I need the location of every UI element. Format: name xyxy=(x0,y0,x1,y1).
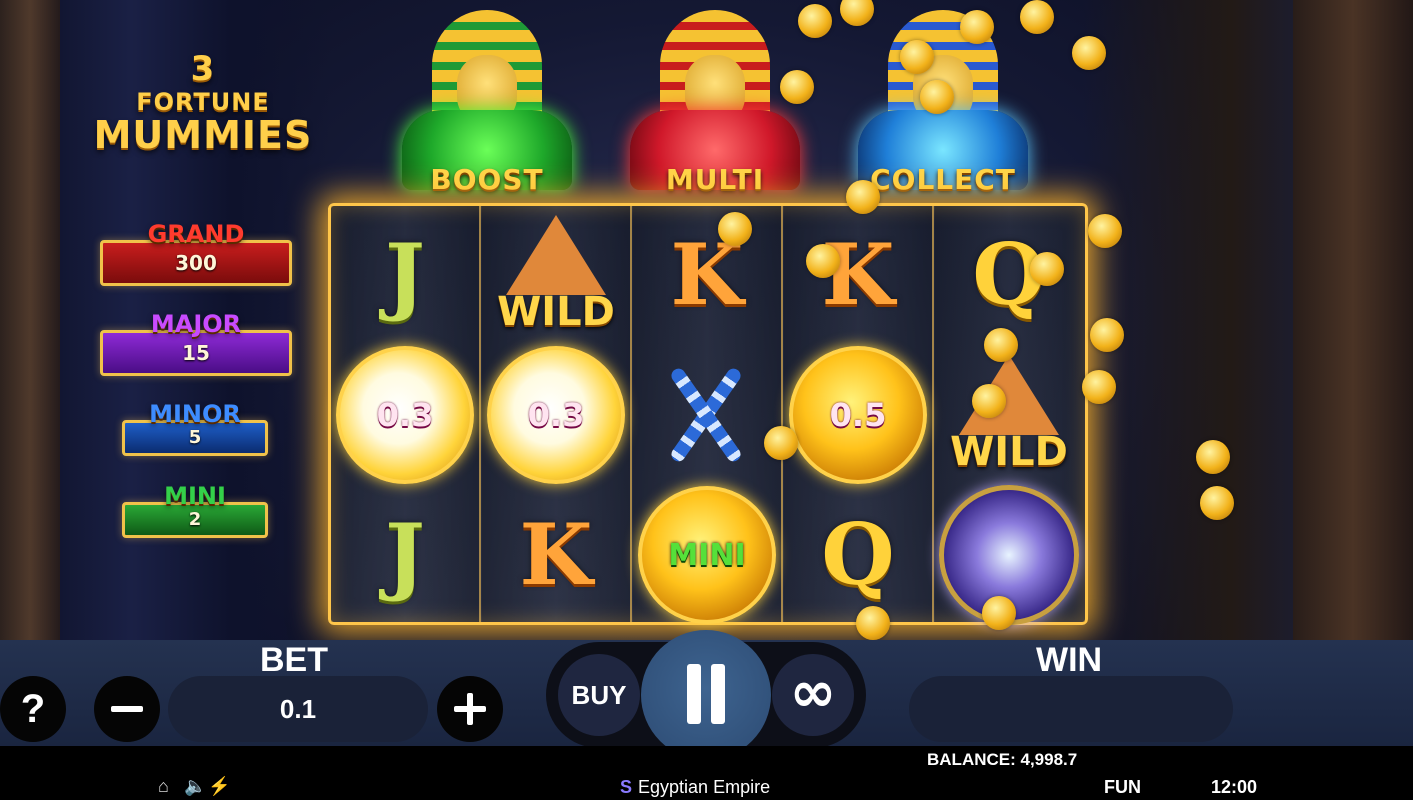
symbol-j-letter: J xyxy=(385,505,425,604)
game-name-label: Egyptian Empire xyxy=(638,777,771,797)
turbo-icon[interactable]: ⚡ xyxy=(208,776,230,797)
symbol-j: J xyxy=(331,486,479,624)
mummy-boost-label: BOOST xyxy=(430,163,544,196)
bet-value: 0.1 xyxy=(168,676,428,742)
logo-line-2: FORTUNE xyxy=(136,88,270,116)
symbol-coin: 0.3 xyxy=(331,346,479,484)
gold-coin-icon xyxy=(1082,370,1116,404)
coin-value: 0.3 xyxy=(487,346,625,484)
symbol-k: K xyxy=(482,486,630,624)
bet-decrease-button[interactable] xyxy=(94,676,160,742)
bet-increase-button[interactable] xyxy=(437,676,503,742)
reel-1: J 0.3 J xyxy=(331,206,481,622)
wild-label: WILD xyxy=(950,429,1068,475)
pillar-left xyxy=(0,0,60,640)
symbol-q-letter: Q xyxy=(821,505,895,604)
coin-value: 0.3 xyxy=(336,346,474,484)
win-value xyxy=(909,676,1233,742)
gold-coin-icon xyxy=(960,10,994,44)
jackpot-minor-label: MINOR xyxy=(149,400,241,428)
logo-line-3: MUMMIES xyxy=(93,113,313,157)
jackpot-mini: MINI 2 xyxy=(122,484,268,538)
jackpot-grand-label: GRAND xyxy=(147,220,245,248)
home-icon[interactable]: ⌂ xyxy=(158,776,169,797)
clock: 12:00 xyxy=(1211,777,1258,797)
gold-coin-icon xyxy=(900,40,934,74)
gold-coin-icon xyxy=(984,328,1018,362)
pause-icon xyxy=(711,664,725,724)
reel-3: K MINI xyxy=(633,206,783,624)
win-label: WIN xyxy=(1036,641,1103,679)
mummy-multi: MULTI xyxy=(620,0,810,200)
gold-coin-icon xyxy=(1090,318,1124,352)
gold-coin-icon xyxy=(1030,252,1064,286)
gold-coin-icon xyxy=(798,4,832,38)
crook-and-flail-icon xyxy=(647,360,767,470)
pyramid-shape xyxy=(506,215,606,295)
jackpot-mini-label: MINI xyxy=(164,482,226,510)
help-button[interactable]: ? xyxy=(0,676,66,742)
reel-grid: J 0.3 J WILD 0.3 K K MINI K 0.5 Q Q WILD xyxy=(328,203,1088,625)
mummy-multi-label: MULTI xyxy=(665,163,765,196)
game-scene: 3 FORTUNE MUMMIES GRAND 300 MAJOR 15 MIN… xyxy=(0,0,1413,800)
game-name: S Egyptian Empire xyxy=(620,777,770,798)
game-logo: 3 FORTUNE MUMMIES xyxy=(88,52,318,154)
gold-coin-icon xyxy=(856,606,890,640)
logo-line-1: 3 xyxy=(190,49,216,89)
sound-icon[interactable]: 🔈 xyxy=(184,776,206,797)
gold-coin-icon xyxy=(764,426,798,460)
provider-logo-icon: S xyxy=(620,777,633,797)
gold-coin-icon xyxy=(780,70,814,104)
wild-label: WILD xyxy=(497,289,615,335)
pyramid-icon: WILD xyxy=(486,215,626,335)
symbol-k: K xyxy=(784,206,932,344)
gold-coin-icon xyxy=(1088,214,1122,248)
gold-coin-icon xyxy=(972,384,1006,418)
symbol-q: Q xyxy=(784,486,932,624)
symbol-wild: WILD xyxy=(482,206,630,344)
bet-label: BET xyxy=(260,641,328,679)
symbol-wild: WILD xyxy=(935,346,1083,484)
pause-icon xyxy=(687,664,701,724)
symbol-coin-mini: MINI xyxy=(633,486,781,624)
spin-pause-button[interactable] xyxy=(641,630,771,760)
buy-feature-button[interactable]: BUY xyxy=(558,654,640,736)
gold-coin-icon xyxy=(846,180,880,214)
jackpot-major-label: MAJOR xyxy=(150,310,242,338)
autoplay-button[interactable]: ∞ xyxy=(772,654,854,736)
symbol-coin: 0.3 xyxy=(482,346,630,484)
jackpot-grand: GRAND 300 xyxy=(100,222,292,286)
coin-mini: MINI xyxy=(638,486,776,624)
symbol-k: K xyxy=(633,206,781,344)
symbol-j: J xyxy=(331,206,479,344)
gold-coin-icon xyxy=(806,244,840,278)
gold-coin-icon xyxy=(718,212,752,246)
mode-label: FUN xyxy=(1104,777,1141,797)
jackpot-major: MAJOR 15 xyxy=(100,312,292,376)
gold-coin-icon xyxy=(1200,486,1234,520)
footer-bar: ⌂ 🔈 ⚡ BALANCE: 4,998.7 S Egyptian Empire … xyxy=(0,746,1413,800)
symbol-k-letter: K xyxy=(519,505,593,604)
gold-coin-icon xyxy=(1020,0,1054,34)
coin-value: 0.5 xyxy=(789,346,927,484)
gold-coin-icon xyxy=(982,596,1016,630)
gold-coin-icon xyxy=(1196,440,1230,474)
symbol-j-letter: J xyxy=(385,225,425,324)
reel-4: K 0.5 Q xyxy=(784,206,934,622)
mummy-boost: BOOST xyxy=(392,0,582,200)
pillar-right xyxy=(1293,0,1413,640)
balance-display: BALANCE: 4,998.7 xyxy=(927,750,1078,769)
gold-coin-icon xyxy=(1072,36,1106,70)
gold-coin-icon xyxy=(920,80,954,114)
reel-2: WILD 0.3 K xyxy=(482,206,632,622)
symbol-coin: 0.5 xyxy=(784,346,932,484)
coin-mini-label: MINI xyxy=(668,537,746,573)
pyramid-icon: WILD xyxy=(939,355,1079,475)
symbol-staff xyxy=(633,346,781,484)
jackpot-minor: MINOR 5 xyxy=(122,402,268,456)
